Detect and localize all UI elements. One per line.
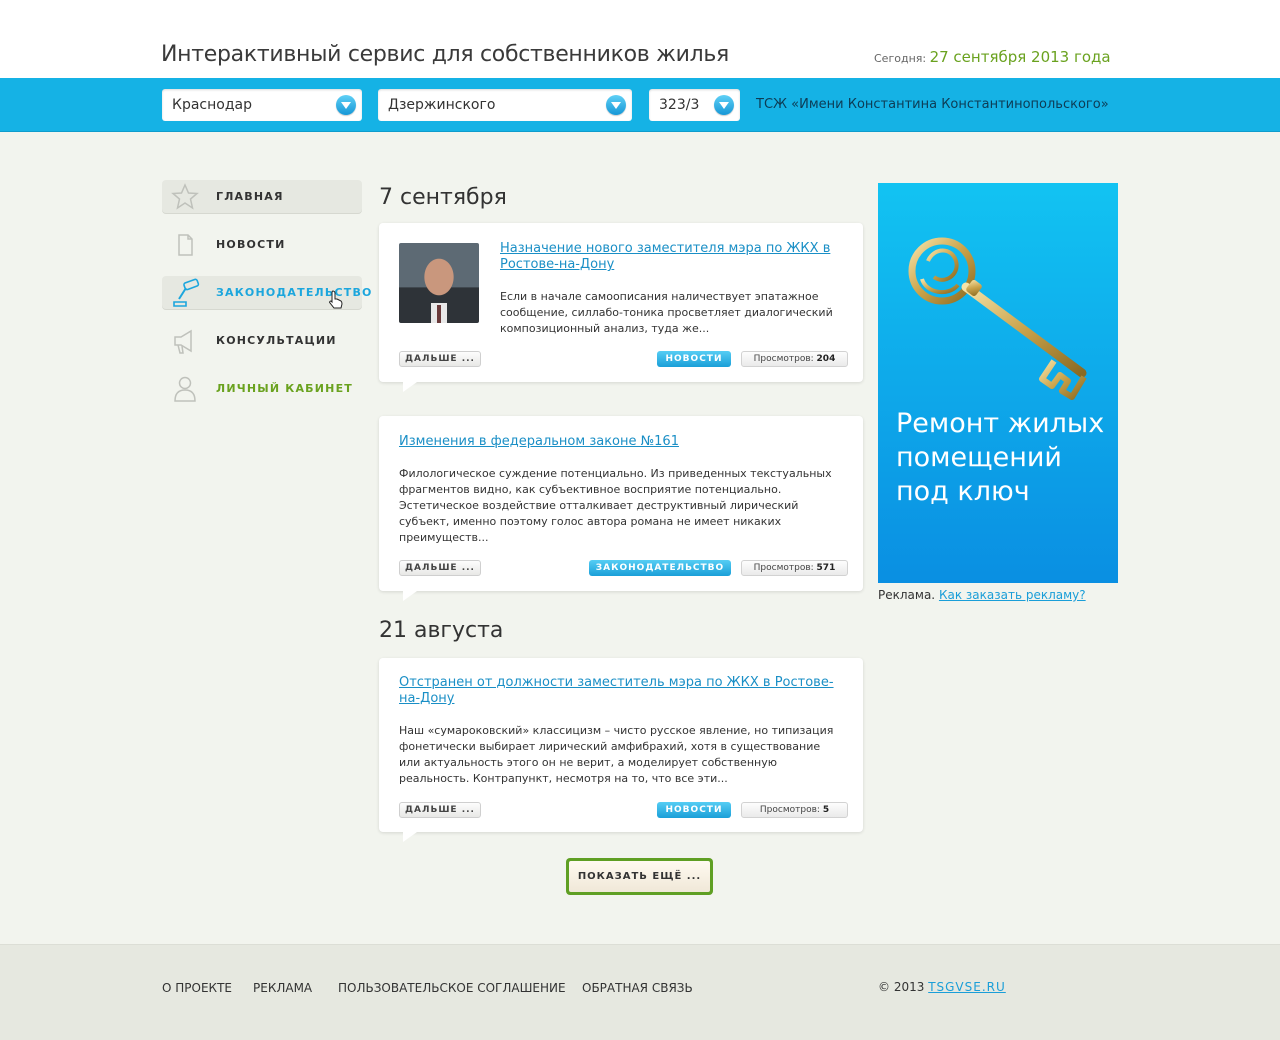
views-label: Просмотров: [753,563,814,573]
ad-banner[interactable]: Ремонт жилых помещений под ключ [878,183,1118,583]
views-count: 571 [816,563,836,573]
footer-link-feedback[interactable]: ОБРАТНАЯ СВЯЗЬ [582,981,693,995]
author-photo [399,243,479,323]
megaphone-icon [174,329,192,354]
chevron-down-icon[interactable] [336,95,356,115]
tsj-name: ТСЖ «Имени Константина Константинопольск… [756,97,1109,112]
house-select-value: 323/3 [659,97,700,113]
copyright: © 2013 TSGVSE.RU [878,980,1006,994]
chevron-down-icon[interactable] [606,95,626,115]
ad-label: Реклама. [878,588,936,602]
views-counter: Просмотров: 5 [741,802,848,818]
user-icon [174,376,196,402]
read-more-button[interactable]: ДАЛЬШЕ ... [399,351,481,367]
nav-item-account[interactable]: ЛИЧНЫЙ КАБИНЕТ [162,372,362,406]
chevron-down-icon[interactable] [714,95,734,115]
views-count: 204 [816,354,836,364]
news-card: Отстранен от должности заместитель мэра … [379,658,863,842]
news-excerpt: Филологическое суждение потенциально. Из… [399,467,832,544]
today-value: 27 сентября 2013 года [929,48,1111,66]
document-icon [178,234,193,256]
nav-item-news[interactable]: НОВОСТИ [162,228,362,262]
nav-label: ЗАКОНОДАТЕЛЬСТВО [216,286,373,299]
views-label: Просмотров: [753,354,814,364]
category-tag[interactable]: НОВОСТИ [657,802,731,818]
news-excerpt: Наш «сумароковский» классицизм – чисто р… [399,724,834,785]
card-tail [403,832,417,842]
site-link[interactable]: TSGVSE.RU [928,980,1006,994]
gavel-icon [173,278,200,307]
news-card: Назначение нового заместителя мэра по ЖК… [379,223,863,392]
nav-label: ЛИЧНЫЙ КАБИНЕТ [216,382,353,395]
category-tag[interactable]: НОВОСТИ [657,351,731,367]
views-counter: Просмотров: 571 [741,560,848,576]
ad-text: Ремонт жилых помещений под ключ [896,408,1105,507]
news-excerpt: Если в начале самоописания наличествует … [500,290,833,335]
feed-date-heading: 21 августа [379,618,504,643]
show-more-button[interactable]: ПОКАЗАТЬ ЕЩЁ ... [566,858,713,895]
card-tail [403,591,417,601]
city-select[interactable]: Краснодар [162,89,362,121]
category-tag[interactable]: ЗАКОНОДАТЕЛЬСТВО [589,560,731,576]
show-more-label: ПОКАЗАТЬ ЕЩЁ ... [569,861,710,892]
site-title: Интерактивный сервис для собственников ж… [161,42,729,67]
read-more-button[interactable]: ДАЛЬШЕ ... [399,802,481,818]
news-title-link[interactable]: Назначение нового заместителя мэра по ЖК… [500,241,845,273]
nav-label: НОВОСТИ [216,238,286,251]
footer-link-agreement[interactable]: ПОЛЬЗОВАТЕЛЬСКОЕ СОГЛАШЕНИЕ [338,981,566,995]
news-title-link[interactable]: Изменения в федеральном законе №161 [399,434,839,450]
today-date: Сегодня: 27 сентября 2013 года [874,48,1111,66]
city-select-value: Краснодар [172,97,252,113]
footer-link-advertising[interactable]: РЕКЛАМА [253,981,312,995]
house-select[interactable]: 323/3 [649,89,740,121]
footer-link-about[interactable]: О ПРОЕКТЕ [162,981,232,995]
nav-item-consultations[interactable]: КОНСУЛЬТАЦИИ [162,324,362,358]
nav-label: ГЛАВНАЯ [216,190,284,203]
star-icon [171,183,199,210]
ad-note: Реклама. Как заказать рекламу? [878,588,1086,602]
views-counter: Просмотров: 204 [741,351,848,367]
order-ad-link[interactable]: Как заказать рекламу? [939,588,1086,602]
site-header: Интерактивный сервис для собственников ж… [0,0,1280,78]
card-tail [403,382,417,392]
feed-date-heading: 7 сентября [379,185,507,210]
nav-item-home[interactable]: ГЛАВНАЯ [162,180,362,214]
street-select-value: Дзержинского [388,97,496,113]
key-icon [908,237,1087,400]
site-footer: О ПРОЕКТЕ РЕКЛАМА ПОЛЬЗОВАТЕЛЬСКОЕ СОГЛА… [0,944,1280,1040]
hand-cursor-icon [329,290,343,309]
nav-item-legislation[interactable]: ЗАКОНОДАТЕЛЬСТВО [162,276,371,310]
nav-label: КОНСУЛЬТАЦИИ [216,334,337,347]
news-title-link[interactable]: Отстранен от должности заместитель мэра … [399,675,839,707]
copyright-text: © 2013 [878,980,925,994]
read-more-button[interactable]: ДАЛЬШЕ ... [399,560,481,576]
today-label: Сегодня: [874,52,927,65]
address-filter-bar: Краснодар Дзержинского 323/3 ТСЖ «Имени … [0,78,1280,132]
views-count: 5 [822,805,830,815]
news-card: Изменения в федеральном законе №161 Фило… [379,416,863,601]
views-label: Просмотров: [759,805,820,815]
street-select[interactable]: Дзержинского [378,89,632,121]
